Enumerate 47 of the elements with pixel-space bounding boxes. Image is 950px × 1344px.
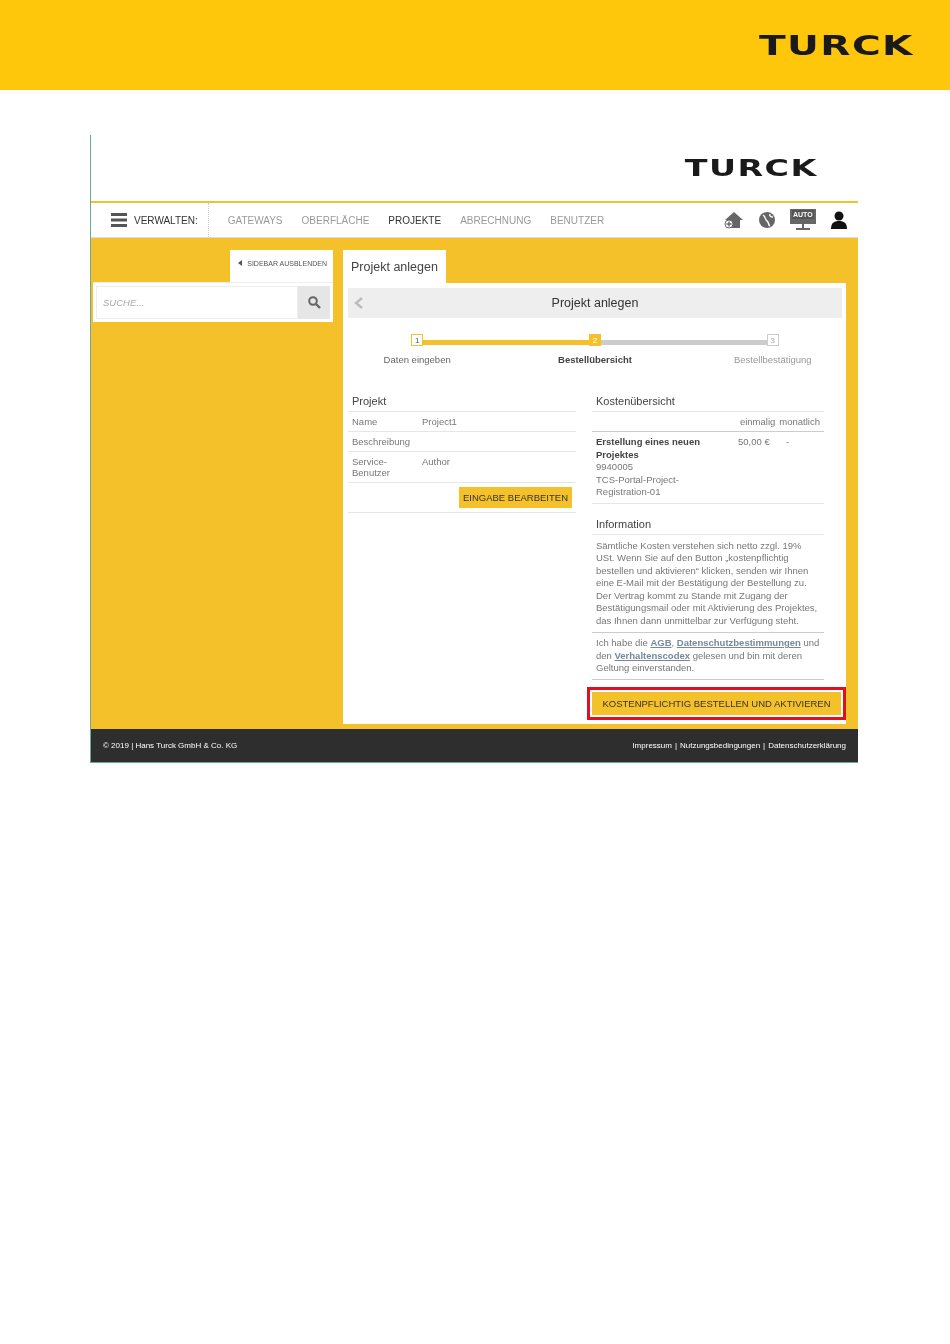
- text-link[interactable]: Datenschutzbestimmungen: [676, 637, 801, 648]
- step-number: 3: [766, 334, 779, 346]
- step-label: Daten eingeben: [383, 354, 451, 365]
- order-button[interactable]: KOSTENPFLICHTIG BESTELLEN UND AKTIVIEREN: [592, 691, 841, 715]
- user-icon[interactable]: [830, 211, 848, 229]
- field-value: Author: [422, 456, 450, 469]
- search-icon: [307, 296, 321, 309]
- step-number: 1: [411, 334, 424, 346]
- cost-item-detail: TCS-Portal-Project-Registration-01: [596, 473, 680, 499]
- field-label: Service-Benutzer: [352, 456, 392, 478]
- cost-item-detail: 9940005: [596, 461, 634, 474]
- cost-item-title: Erstellung eines neuen Projektes: [596, 436, 701, 461]
- separator: |: [763, 740, 766, 750]
- caret-icon: [238, 260, 243, 266]
- separator: |: [674, 740, 677, 750]
- column-header: monatlich: [779, 416, 820, 427]
- search-field[interactable]: SUCHE...: [96, 286, 298, 319]
- table-cell-text: -: [786, 436, 790, 449]
- search-button[interactable]: [298, 286, 330, 319]
- text-link[interactable]: AGB: [650, 637, 672, 648]
- section-heading: Kostenübersicht: [592, 389, 824, 412]
- field-value: Project1: [422, 416, 457, 427]
- field-label: Name: [352, 416, 379, 427]
- section-heading: Projekt: [348, 389, 576, 412]
- column-header: einmalig: [739, 416, 776, 427]
- footer-link[interactable]: Impressum: [632, 740, 672, 750]
- consent-text: Ich habe die AGB, Datenschutzbestimmungen und den Verhaltenscodex gelesen und bin mit deren Geltung einverstanden.: [592, 633, 824, 680]
- nav-tab[interactable]: PROJEKTE: [388, 214, 442, 226]
- edit-button[interactable]: EINGABE BEARBEITEN: [458, 487, 572, 508]
- logo: TURCK: [759, 31, 914, 59]
- logo: TURCK: [684, 156, 818, 180]
- home-plus-icon[interactable]: [724, 211, 744, 229]
- menu-label: VERWALTEN:: [134, 214, 198, 226]
- table-cell-text: 50,00 €: [738, 436, 771, 449]
- footer-link[interactable]: Datenschutzerklärung: [768, 740, 846, 750]
- field-label: Beschreibung: [352, 436, 412, 447]
- step-label: Bestellübersicht: [558, 354, 632, 365]
- text-link[interactable]: Verhaltenscodex: [614, 649, 690, 661]
- panel-title: Projekt anlegen: [551, 296, 639, 310]
- menu-icon[interactable]: [111, 213, 127, 227]
- page-tab[interactable]: Projekt anlegen: [343, 250, 446, 283]
- section-heading: Information: [592, 511, 824, 535]
- footer-link[interactable]: Nutzungsbedingungen: [680, 740, 761, 750]
- step-number: 2: [589, 334, 601, 346]
- step-label: Bestellbestätigung: [734, 354, 812, 365]
- info-text: Sämtliche Kosten verstehen sich netto zzgl. 19% USt. Wenn Sie auf den Button „kostenpflichtig bestellen und aktivieren“ klicken, senden wir Ihnen eine E-Mail mit der Bestätigung der Bestellung zu. Der Vertrag kommt zu Stande mit Zugang der Bestätigungsmail oder mit Aktivierung des Projektes, das Ihnen dann unmittelbar zur Verfügung steht.: [592, 534, 824, 633]
- copyright-text: © 2019 | Hans Turck GmbH & Co. KG: [103, 740, 238, 750]
